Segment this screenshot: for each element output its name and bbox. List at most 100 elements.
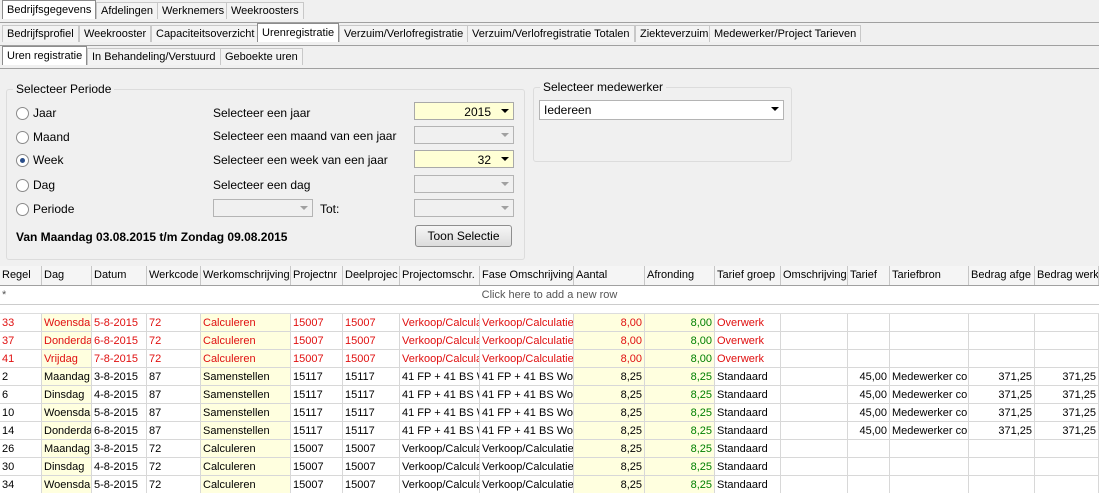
table-cell[interactable] — [781, 440, 848, 458]
table-cell[interactable]: 8,25 — [574, 422, 645, 440]
table-cell[interactable]: Donderda — [42, 422, 92, 440]
chevron-down-icon[interactable] — [501, 157, 509, 161]
table-cell[interactable] — [781, 332, 848, 350]
radio-circle[interactable] — [16, 106, 29, 120]
table-cell[interactable]: Woensda — [42, 404, 92, 422]
radio-circle[interactable] — [16, 130, 29, 144]
tab-weekrooster[interactable]: Weekrooster — [79, 25, 152, 42]
table-cell[interactable]: 45,00 — [848, 422, 890, 440]
radio-week[interactable]: Week — [16, 153, 63, 167]
table-row[interactable]: 37 Donderda 6-8-2015 72 Calculeren 15007 15007… — [0, 332, 1099, 350]
table-cell[interactable]: 15007 — [343, 332, 400, 350]
day-select[interactable] — [414, 175, 514, 193]
table-cell[interactable] — [848, 440, 890, 458]
table-cell[interactable]: 72 — [147, 332, 201, 350]
table-cell[interactable]: Medewerker cor — [890, 386, 969, 404]
radio-jaar[interactable]: Jaar — [16, 106, 56, 120]
chevron-down-icon[interactable] — [501, 182, 509, 186]
table-row[interactable]: 10 Woensda 5-8-2015 87 Samenstellen 15117 1511… — [0, 404, 1099, 422]
tab-weekroosters[interactable]: Weekroosters — [226, 2, 304, 19]
table-cell[interactable]: 8,25 — [645, 422, 715, 440]
table-cell[interactable]: 371,25 — [969, 386, 1035, 404]
table-cell[interactable]: 87 — [147, 404, 201, 422]
table-cell[interactable]: 33 — [0, 314, 42, 332]
table-cell[interactable]: 6 — [0, 386, 42, 404]
table-cell[interactable]: 41 FP + 41 BS Wo — [400, 368, 480, 386]
radio-circle-selected[interactable] — [16, 153, 29, 167]
table-cell[interactable]: Woensda — [42, 476, 92, 493]
column-header[interactable]: Fase Omschrijving — [480, 266, 574, 285]
table-cell[interactable]: Verkoop/Calcula — [400, 440, 480, 458]
table-cell[interactable]: Samenstellen — [201, 422, 291, 440]
table-cell[interactable]: 41 FP + 41 BS Wo — [400, 404, 480, 422]
table-cell[interactable]: 41 FP + 41 BS Wo — [400, 386, 480, 404]
table-cell[interactable]: 15007 — [291, 332, 343, 350]
column-header[interactable]: Bedrag werk — [1035, 266, 1099, 285]
table-cell[interactable]: 8,25 — [574, 368, 645, 386]
table-cell[interactable] — [890, 314, 969, 332]
table-cell[interactable] — [848, 350, 890, 368]
table-cell[interactable]: 72 — [147, 476, 201, 493]
column-header[interactable]: Omschrijving — [781, 266, 848, 285]
table-cell[interactable] — [969, 476, 1035, 493]
table-cell[interactable] — [969, 332, 1035, 350]
table-cell[interactable]: Verkoop/Calcula — [400, 458, 480, 476]
table-cell[interactable]: 2 — [0, 368, 42, 386]
table-cell[interactable] — [969, 314, 1035, 332]
column-header[interactable]: Aantal — [574, 266, 645, 285]
column-header[interactable]: Regel — [0, 266, 42, 285]
table-cell[interactable]: 371,25 — [1035, 386, 1099, 404]
column-header[interactable]: Werkomschrijving — [201, 266, 291, 285]
table-cell[interactable]: 15117 — [343, 404, 400, 422]
add-new-row[interactable]: * Click here to add a new row — [0, 286, 1099, 305]
column-header[interactable]: Projectnr — [291, 266, 343, 285]
table-cell[interactable]: Verkoop/Calculatie — [480, 350, 574, 368]
table-cell[interactable]: 8,00 — [574, 314, 645, 332]
table-cell[interactable] — [1035, 314, 1099, 332]
table-cell[interactable]: 45,00 — [848, 368, 890, 386]
table-cell[interactable]: 87 — [147, 422, 201, 440]
table-cell[interactable]: Verkoop/Calculatie — [480, 458, 574, 476]
year-select[interactable]: 2015 — [414, 102, 514, 120]
tab-uren-registratie[interactable]: Uren registratie — [2, 46, 88, 65]
table-cell[interactable]: 87 — [147, 368, 201, 386]
table-cell[interactable]: Samenstellen — [201, 368, 291, 386]
table-cell[interactable]: Donderda — [42, 332, 92, 350]
table-cell[interactable] — [890, 476, 969, 493]
table-cell[interactable]: 37 — [0, 332, 42, 350]
table-row[interactable]: 2 Maandag 3-8-2015 87 Samenstellen 15117 15117… — [0, 368, 1099, 386]
table-cell[interactable]: Medewerker cor — [890, 422, 969, 440]
tab-capaciteitsoverzicht[interactable]: Capaciteitsoverzicht — [151, 25, 260, 42]
radio-periode[interactable]: Periode — [16, 202, 74, 216]
tab-verzuim-verlofregistratie-totalen[interactable]: Verzuim/Verlofregistratie Totalen — [467, 25, 635, 42]
table-cell[interactable]: 15007 — [343, 350, 400, 368]
radio-maand[interactable]: Maand — [16, 130, 70, 144]
table-cell[interactable]: 41 FP + 41 BS Wo — [480, 404, 574, 422]
table-cell[interactable]: 8,25 — [645, 458, 715, 476]
table-cell[interactable]: 8,25 — [645, 386, 715, 404]
table-row[interactable]: 26 Maandag 3-8-2015 72 Calculeren 15007 15007 V… — [0, 440, 1099, 458]
table-cell[interactable] — [890, 350, 969, 368]
table-cell[interactable] — [848, 476, 890, 493]
table-cell[interactable]: 4-8-2015 — [92, 458, 147, 476]
table-cell[interactable]: Verkoop/Calculatie — [480, 314, 574, 332]
period-from-select[interactable] — [213, 199, 313, 217]
table-cell[interactable]: 15117 — [291, 386, 343, 404]
table-cell[interactable] — [969, 350, 1035, 368]
table-cell[interactable]: Verkoop/Calcula — [400, 314, 480, 332]
table-cell[interactable]: 41 — [0, 350, 42, 368]
table-cell[interactable]: Verkoop/Calculatie — [480, 332, 574, 350]
column-header[interactable]: Afronding — [645, 266, 715, 285]
table-cell[interactable]: Verkoop/Calculatie — [480, 476, 574, 493]
table-cell[interactable]: 15007 — [291, 440, 343, 458]
table-cell[interactable] — [1035, 476, 1099, 493]
table-cell[interactable]: Verkoop/Calcula — [400, 476, 480, 493]
table-cell[interactable]: 15007 — [291, 458, 343, 476]
radio-dag[interactable]: Dag — [16, 178, 55, 192]
column-header[interactable]: Datum — [92, 266, 147, 285]
table-cell[interactable] — [848, 314, 890, 332]
table-row[interactable]: 34 Woensda 5-8-2015 72 Calculeren 15007 15007 V… — [0, 476, 1099, 493]
table-cell[interactable]: Verkoop/Calcula — [400, 332, 480, 350]
tab-ziekteverzuim[interactable]: Ziekteverzuim — [635, 25, 714, 42]
column-header[interactable]: Tarief groep — [715, 266, 781, 285]
